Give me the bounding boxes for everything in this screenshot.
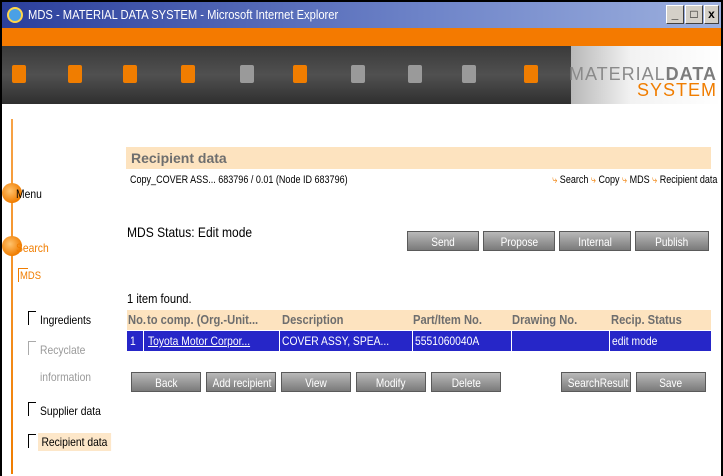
send-button-label: Send [431, 235, 455, 249]
delete-button[interactable]: Delete [431, 372, 501, 392]
back-button[interactable]: Back [131, 372, 201, 392]
internal-button[interactable]: Internal [559, 231, 631, 251]
sidebar: Menu Search MDS Ingredients Recyclate in… [2, 104, 117, 476]
propose-button-label: Propose [500, 235, 538, 249]
breadcrumb-arrow-icon: ⤷ [621, 174, 630, 186]
breadcrumb-arrow-icon: ⤷ [551, 174, 560, 186]
main-toolbar: MATERIALDATA SYSTEM [2, 46, 721, 104]
sidebar-line [11, 119, 13, 474]
breadcrumb-copy[interactable]: Copy [598, 174, 619, 186]
cell-divider [609, 331, 610, 351]
globe-icon[interactable] [181, 65, 195, 83]
print-icon[interactable] [462, 65, 476, 83]
cell-to-comp-link[interactable]: Toyota Motor Corpor... [148, 334, 250, 348]
search-result-button-label: SearchResult [567, 376, 629, 390]
cell-divider [143, 331, 144, 351]
cell-divider [511, 331, 512, 351]
table-row[interactable]: 1 Toyota Motor Corpor... COVER ASSY, SPE… [127, 331, 711, 351]
cell-description: COVER ASSY, SPEA... [282, 334, 390, 348]
search-result-button[interactable]: SearchResult [561, 372, 631, 392]
modify-button[interactable]: Modify [356, 372, 426, 392]
browser-window: MDS - MATERIAL DATA SYSTEM - Microsoft I… [0, 0, 723, 476]
propose-button[interactable]: Propose [483, 231, 555, 251]
mds-logo: MATERIALDATA SYSTEM [569, 46, 721, 104]
column-header-recip-status[interactable]: Recip. Status [611, 312, 682, 327]
add-recipient-button-label: Add recipient [212, 376, 272, 390]
sidebar-item-recyclate: Recyclate [40, 343, 86, 357]
breadcrumb-recipient-data[interactable]: Recipient data [659, 174, 717, 186]
publish-button-label: Publish [655, 235, 689, 249]
breadcrumb: ⤷ Search ⤷ Copy ⤷ MDS ⤷ Recipient data [552, 174, 717, 187]
save-button-label: Save [659, 376, 683, 390]
modify-button-label: Modify [376, 376, 406, 390]
save-button[interactable]: Save [636, 372, 706, 392]
node-info: Copy_COVER ASS... 683796 / 0.01 (Node ID… [130, 174, 348, 186]
sidebar-item-recipient-data[interactable]: Recipient data [38, 433, 111, 451]
title-bar: MDS - MATERIAL DATA SYSTEM - Microsoft I… [2, 2, 721, 28]
back-button-label: Back [154, 376, 178, 390]
sidebar-mds-link[interactable]: MDS [20, 270, 41, 282]
pen-icon[interactable] [240, 65, 254, 83]
column-header-part-item-no[interactable]: Part/Item No. [413, 312, 482, 327]
column-header-description[interactable]: Description [282, 312, 344, 327]
publish-button[interactable]: Publish [635, 231, 709, 251]
results-count: 1 item found. [127, 291, 192, 306]
send-button[interactable]: Send [407, 231, 479, 251]
breadcrumb-arrow-icon: ⤷ [590, 174, 599, 186]
orange-header-bar [2, 28, 721, 46]
table-header: No. to comp. (Org.-Unit... Description P… [127, 310, 711, 330]
view-button[interactable]: View [281, 372, 351, 392]
cell-divider [279, 331, 280, 351]
cell-no: 1 [130, 334, 136, 348]
flask-icon[interactable] [293, 65, 307, 83]
view-button-label: View [305, 376, 327, 390]
breadcrumb-mds[interactable]: MDS [629, 174, 649, 186]
main-content: Recipient data Copy_COVER ASS... 683796 … [117, 104, 721, 476]
check-icon[interactable] [68, 65, 82, 83]
sidebar-menu-link[interactable]: Menu [16, 187, 42, 201]
branch-mark [28, 341, 36, 355]
logo-text-system: SYSTEM [636, 80, 717, 100]
delete-button-label: Delete [451, 376, 481, 390]
sidebar-item-ingredients[interactable]: Ingredients [40, 313, 91, 327]
minimize-button[interactable]: _ [666, 5, 684, 24]
restore-button[interactable]: □ [685, 5, 703, 24]
cell-divider [412, 331, 413, 351]
branch-mark [28, 434, 36, 448]
internal-button-label: Internal [578, 235, 612, 249]
mds-status-text: MDS Status: Edit mode [127, 224, 253, 240]
home-icon[interactable] [12, 65, 26, 83]
branch-mark [28, 402, 36, 416]
cell-recip-status: edit mode [612, 334, 658, 348]
breadcrumb-search[interactable]: Search [559, 174, 588, 186]
column-header-to-comp[interactable]: to comp. (Org.-Unit... [147, 312, 258, 327]
column-header-drawing-no[interactable]: Drawing No. [512, 312, 577, 327]
breadcrumb-arrow-icon: ⤷ [651, 174, 660, 186]
document-icon[interactable] [351, 65, 365, 83]
sidebar-item-supplier-data[interactable]: Supplier data [40, 404, 101, 418]
sidebar-search-link[interactable]: Search [16, 241, 49, 255]
sidebar-item-information: information [40, 370, 92, 384]
section-header: Recipient data [126, 147, 711, 169]
internet-explorer-icon [7, 7, 23, 23]
help-icon[interactable] [524, 65, 538, 83]
section-title: Recipient data [131, 150, 227, 166]
add-recipient-button[interactable]: Add recipient [206, 372, 276, 392]
column-header-no[interactable]: No. [128, 312, 146, 327]
notes-icon[interactable] [408, 65, 422, 83]
cell-part-item-no: 5551060040A [415, 334, 480, 348]
close-button[interactable]: x [704, 5, 719, 24]
branch-mark [28, 311, 36, 325]
window-title: MDS - MATERIAL DATA SYSTEM - Microsoft I… [28, 7, 339, 22]
search-icon[interactable] [123, 65, 137, 83]
